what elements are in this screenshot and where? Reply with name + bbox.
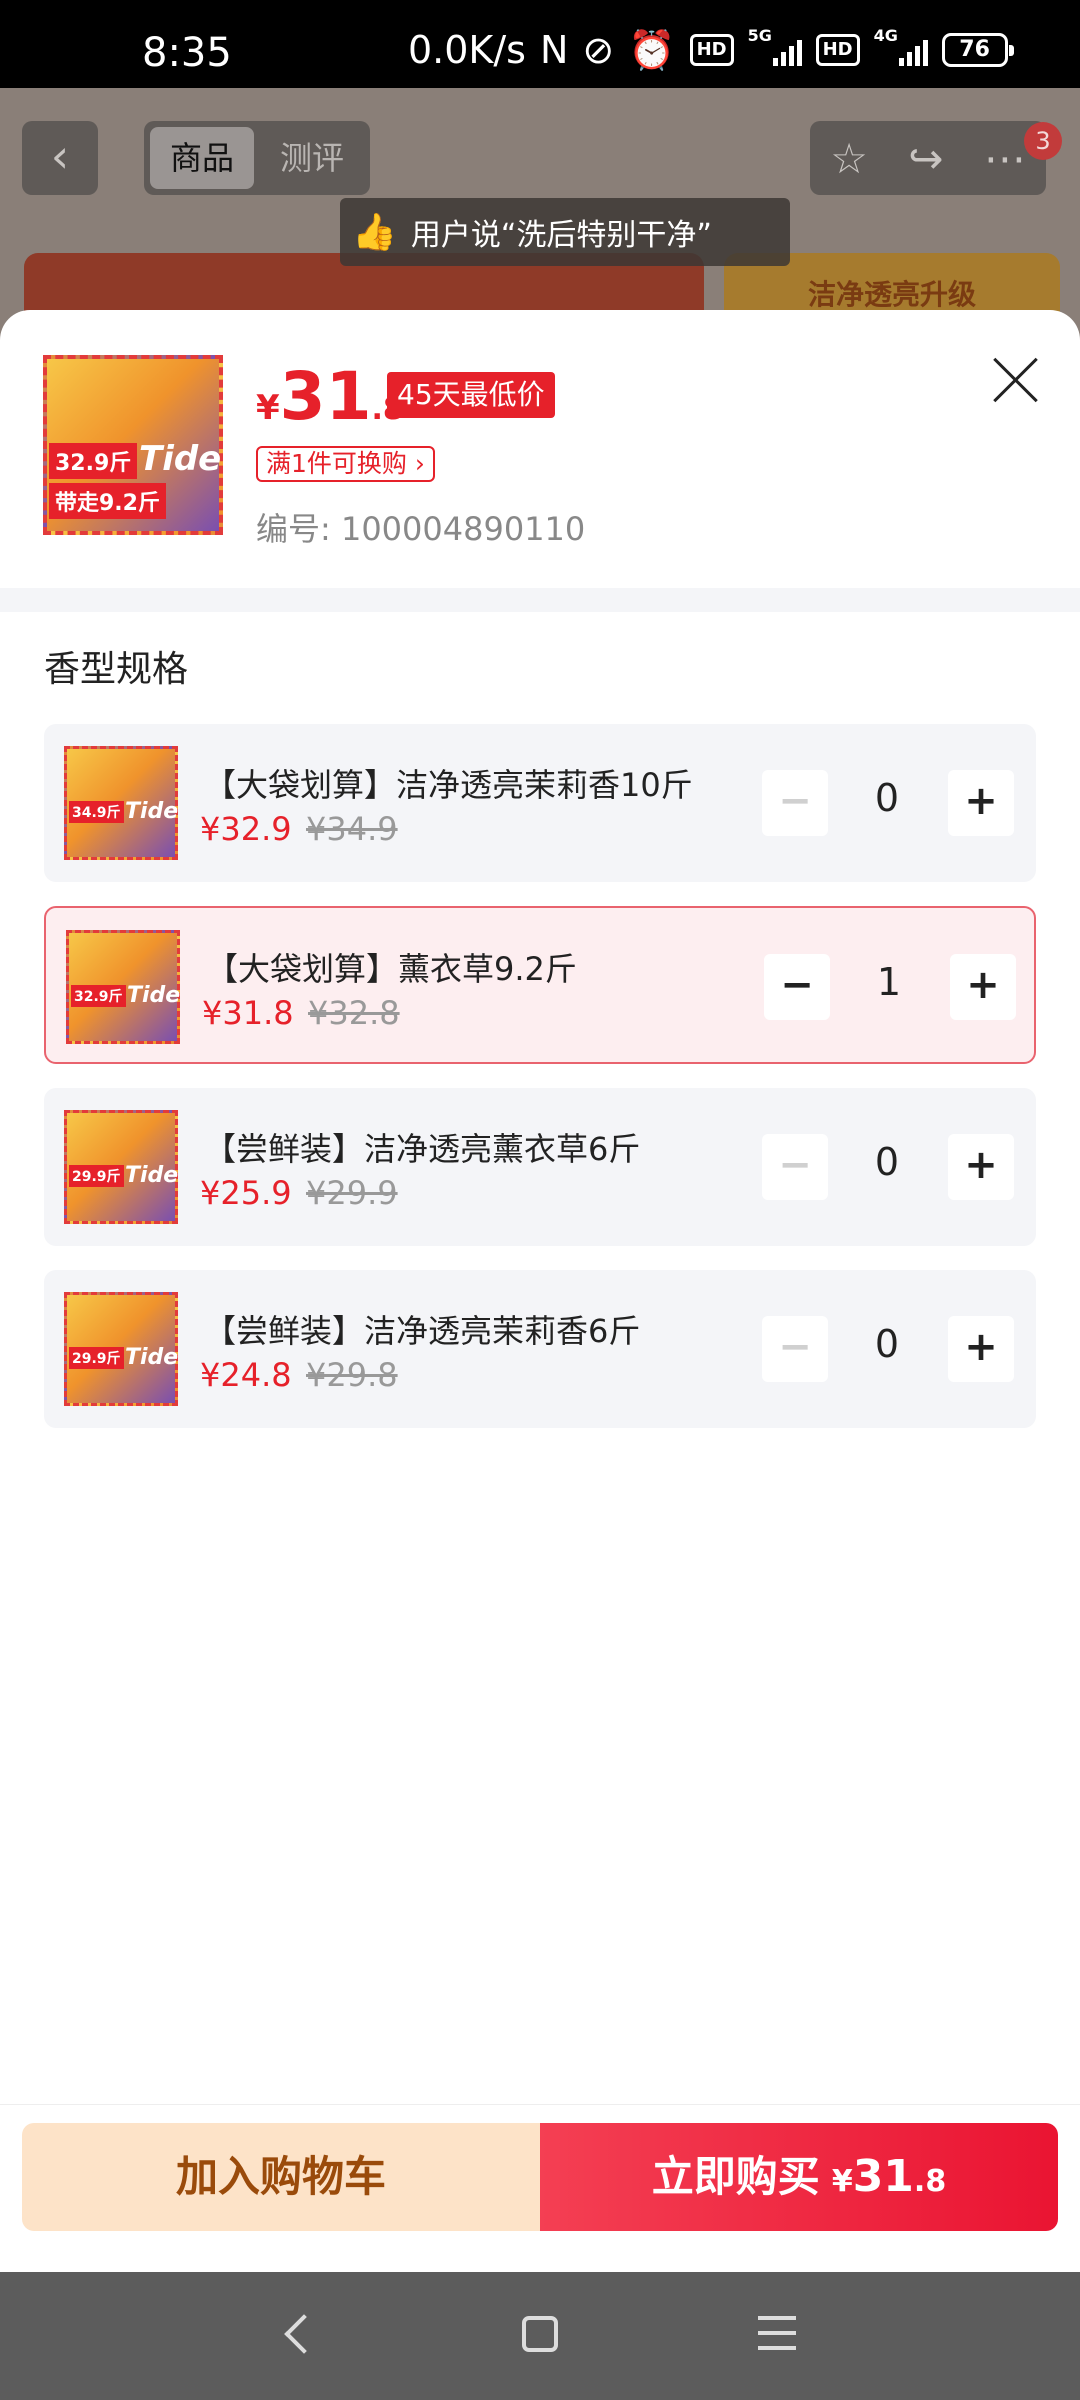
- lowest-price-badge: 45天最低价: [387, 372, 555, 418]
- option-original-price: ¥29.8: [306, 1356, 398, 1394]
- add-to-cart-button[interactable]: 加入购物车: [22, 2123, 540, 2231]
- product-price: ¥ 31 .8: [256, 358, 404, 435]
- star-icon: ☆: [830, 133, 868, 183]
- spec-section-title: 香型规格: [44, 649, 189, 690]
- page-actions: ☆ ↪ ⋯: [810, 121, 1046, 195]
- option-title: 【大袋划算】薰衣草9.2斤: [206, 950, 577, 988]
- sku-selector-sheet: 32.9斤 带走9.2斤 Tide ¥ 31 .8 45天最低价 满1件可换购 …: [0, 310, 1080, 2272]
- option-title: 【大袋划算】洁净透亮茉莉香10斤: [204, 766, 693, 804]
- system-nav-bar: [0, 2272, 1080, 2400]
- option-title: 【尝鲜装】洁净透亮茉莉香6斤: [204, 1312, 641, 1350]
- quantity-value: 1: [876, 960, 902, 1004]
- increase-button[interactable]: +: [948, 1134, 1014, 1200]
- increase-button[interactable]: +: [948, 1316, 1014, 1382]
- page-tabs: 商品 测评: [144, 121, 370, 195]
- spec-option[interactable]: 34.9斤 Tide 【大袋划算】洁净透亮茉莉香10斤 ¥32.9 ¥34.9 …: [44, 724, 1036, 882]
- signal-4g-icon: 4G: [874, 26, 928, 68]
- nav-home-icon[interactable]: [522, 2316, 558, 2352]
- status-time: 8:35: [142, 30, 232, 76]
- quantity-value: 0: [874, 776, 900, 820]
- quantity-value: 0: [874, 1140, 900, 1184]
- option-price: ¥31.8: [202, 994, 294, 1032]
- decrease-button[interactable]: −: [762, 770, 828, 836]
- battery-icon: 76: [941, 33, 1014, 67]
- option-image: 29.9斤 Tide: [64, 1110, 178, 1224]
- buy-now-button[interactable]: 立即购买 ¥ 31 .8: [540, 2123, 1058, 2231]
- swap-promo-link[interactable]: 满1件可换购 ›: [256, 446, 435, 482]
- bottom-action-bar: 加入购物车 立即购买 ¥ 31 .8: [0, 2104, 1080, 2272]
- sku-number: 编号: 100004890110: [256, 510, 586, 548]
- option-image: 29.9斤 Tide: [64, 1292, 178, 1406]
- toast-text: 用户说“洗后特别干净”: [410, 218, 712, 253]
- option-price: ¥24.8: [200, 1356, 292, 1394]
- option-price: ¥25.9: [200, 1174, 292, 1212]
- alarm-icon: ⏰: [628, 27, 676, 72]
- signal-5g-icon: 5G: [748, 26, 802, 68]
- hd-badge-2: HD: [815, 34, 860, 66]
- mute-icon: ⊘: [582, 28, 615, 72]
- nav-back-icon[interactable]: [284, 2314, 324, 2354]
- spec-option[interactable]: 29.9斤 Tide 【尝鲜装】洁净透亮薰衣草6斤 ¥25.9 ¥29.9 − …: [44, 1088, 1036, 1246]
- product-image: 32.9斤 带走9.2斤 Tide: [43, 355, 223, 535]
- option-original-price: ¥32.8: [308, 994, 400, 1032]
- more-icon: ⋯: [983, 133, 1026, 183]
- buy-now-label: 立即购买: [651, 2152, 820, 2201]
- image-tag: 32.9斤: [49, 443, 138, 479]
- option-original-price: ¥29.9: [306, 1174, 398, 1212]
- tab-review: 测评: [279, 139, 344, 177]
- section-divider: [0, 588, 1080, 612]
- quantity-value: 0: [874, 1322, 900, 1366]
- share-icon: ↪: [908, 133, 944, 183]
- close-icon[interactable]: [990, 354, 1042, 406]
- nfc-icon: N: [539, 28, 569, 72]
- tab-goods: 商品: [150, 127, 254, 189]
- nav-menu-icon[interactable]: [758, 2316, 796, 2352]
- thumbs-up-icon: 👍: [352, 212, 397, 253]
- review-toast: 👍 用户说“洗后特别干净”: [340, 198, 790, 266]
- option-original-price: ¥34.9: [306, 810, 398, 848]
- status-bar: 8:35 0.0K/s N ⊘ ⏰ HD 5G HD 4G 76: [0, 0, 1080, 88]
- status-icons: 0.0K/s N ⊘ ⏰ HD 5G HD 4G 76: [408, 26, 1014, 72]
- increase-button[interactable]: +: [950, 954, 1016, 1020]
- option-image: 34.9斤 Tide: [64, 746, 178, 860]
- increase-button[interactable]: +: [948, 770, 1014, 836]
- image-tag-2: 带走9.2斤: [49, 483, 166, 519]
- spec-option-selected[interactable]: 32.9斤 Tide 【大袋划算】薰衣草9.2斤 ¥31.8 ¥32.8 − 1…: [44, 906, 1036, 1064]
- spec-option[interactable]: 29.9斤 Tide 【尝鲜装】洁净透亮茉莉香6斤 ¥24.8 ¥29.8 − …: [44, 1270, 1036, 1428]
- hd-badge-1: HD: [689, 34, 734, 66]
- cart-badge: 3: [1024, 122, 1062, 160]
- image-brand: Tide: [139, 439, 222, 479]
- option-image: 32.9斤 Tide: [66, 930, 180, 1044]
- option-title: 【尝鲜装】洁净透亮薰衣草6斤: [204, 1130, 641, 1168]
- decrease-button[interactable]: −: [762, 1316, 828, 1382]
- net-speed: 0.0K/s: [408, 28, 526, 72]
- decrease-button[interactable]: −: [762, 1134, 828, 1200]
- back-icon: ‹: [22, 121, 98, 195]
- option-price: ¥32.9: [200, 810, 292, 848]
- decrease-button[interactable]: −: [764, 954, 830, 1020]
